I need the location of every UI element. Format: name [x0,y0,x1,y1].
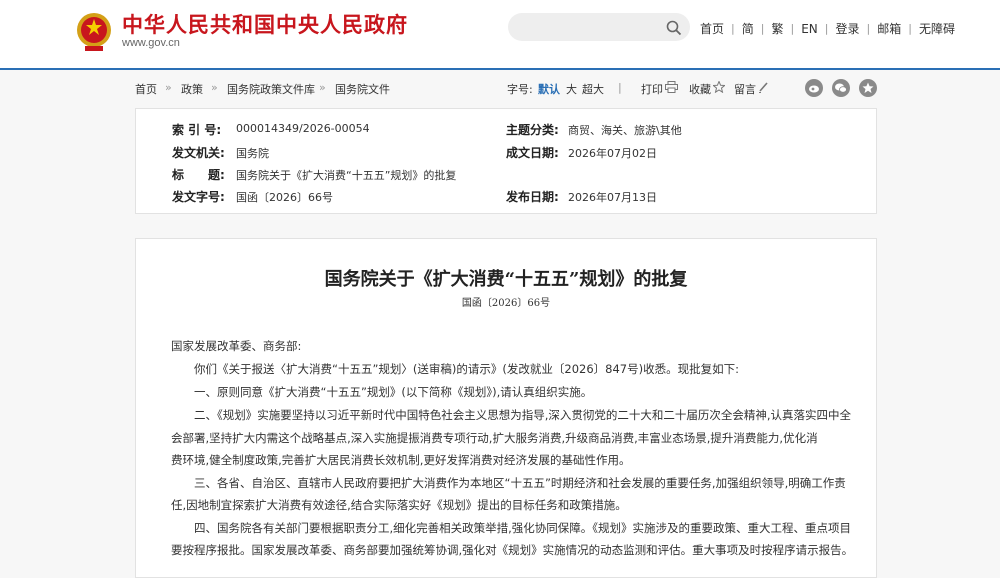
favorite-star-icon[interactable] [859,79,877,97]
title-label: 标 题: [172,168,225,182]
publish-date-value: 2026年07月13日 [568,191,657,204]
publish-date-label: 发布日期: [506,190,559,204]
weibo-icon[interactable] [805,79,823,97]
breadcrumb-state-council-docs[interactable]: 国务院文件 [335,81,390,97]
nav-login[interactable]: 登录 [835,20,859,37]
date-written-value: 2026年07月02日 [568,147,657,160]
paragraph-receipt: 你们《关于报送〈扩大消费“十五五”规划〉(送审稿)的请示》(发改就业〔2026〕… [194,362,739,376]
issuer-value: 国务院 [236,147,269,160]
comment-button[interactable]: 留言 [734,81,756,97]
index-value: 000014349/2026-00054 [236,122,370,135]
nav-separator: | [824,22,829,35]
nav-english[interactable]: EN [801,22,818,36]
doc-number-label: 发文字号: [172,190,225,204]
nav-separator: | [790,22,795,35]
font-default-button[interactable]: 默认 [538,81,560,97]
top-nav: 首页 | 简 | 繁 | EN | 登录 | 邮箱 | 无障碍 [700,20,955,37]
print-button[interactable]: 打印 [641,81,663,97]
date-written-label: 成文日期: [506,146,559,160]
nav-separator: | [760,22,765,35]
index-label: 索 引 号: [172,123,222,137]
issuer-label: 发文机关: [172,146,225,160]
nav-simplified[interactable]: 简 [742,20,754,37]
document-number: 国函〔2026〕66号 [461,298,551,309]
nav-mail[interactable]: 邮箱 [877,20,901,37]
breadcrumb-separator: » [211,81,218,94]
title-value: 国务院关于《扩大消费“十五五”规划》的批复 [236,169,457,182]
paragraph-3-line-2: 任,因地制宜探索扩大消费有效途径,结合实际落实好《规划》提出的目标任务和政策措施… [171,498,627,512]
wechat-icon[interactable] [832,79,850,97]
site-name[interactable]: 中华人民共和国中央人民政府 [122,9,408,39]
paragraph-1: 一、原则同意《扩大消费“十五五”规划》(以下简称《规划》),请认真组织实施。 [194,385,593,399]
print-icon[interactable] [665,81,678,93]
topic-label: 主题分类: [506,123,559,137]
breadcrumb-separator: » [165,81,172,94]
pencil-icon[interactable] [758,81,769,93]
search-icon[interactable] [666,20,682,36]
site-header: 中华人民共和国中央人民政府 www.gov.cn 首页 | 简 | 繁 | EN… [0,0,1000,70]
document-title: 国务院关于《扩大消费“十五五”规划》的批复 [324,269,688,290]
search-input[interactable] [508,13,690,41]
favorite-button[interactable]: 收藏 [689,81,711,97]
font-large-button[interactable]: 大 [566,81,577,97]
nav-separator: | [908,22,912,35]
nav-traditional[interactable]: 繁 [771,20,783,37]
paragraph-2-line-2: 会部署,坚持扩大内需这个战略基点,深入实施提振消费专项行动,扩大服务消费,升级商… [171,431,818,445]
toolbar-divider: | [618,81,622,94]
paragraph-3-line-1: 三、各省、自治区、直辖市人民政府要把扩大消费作为本地区“十五五”时期经济和社会发… [194,476,846,490]
doc-number-value: 国函〔2026〕66号 [236,191,333,204]
font-xlarge-button[interactable]: 超大 [582,81,604,97]
breadcrumb-policy-library[interactable]: 国务院政策文件库 [227,81,315,97]
paragraph-4-line-2: 要按程序报批。国家发展改革委、商务部要加强统筹协调,强化对《规划》实施情况的动态… [171,543,854,557]
topic-value: 商贸、海关、旅游\其他 [568,124,682,137]
paragraph-2-line-1: 二、《规划》实施要坚持以习近平新时代中国特色社会主义思想为指导,深入贯彻党的二十… [194,408,852,422]
nav-separator: | [866,22,871,35]
nav-separator: | [731,22,735,35]
nav-home[interactable]: 首页 [700,20,724,37]
paragraph-2-line-3: 费环境,健全制度政策,完善扩大居民消费长效机制,更好发挥消费对经济发展的基础性作… [171,453,631,467]
font-size-label: 字号: [507,83,533,96]
paragraph-4-line-1: 四、国务院各有关部门要根据职责分工,细化完善相关政策举措,强化协同保障。《规划》… [194,521,852,535]
nav-accessibility[interactable]: 无障碍 [919,20,955,37]
salutation: 国家发展改革委、商务部: [171,339,302,353]
star-icon[interactable] [713,81,725,93]
site-url: www.gov.cn [122,37,180,49]
breadcrumb-separator: » [319,81,326,94]
breadcrumb: 首页 » 政策 » 国务院政策文件库 » 国务院文件 字号: 默认 大 超大 |… [135,79,877,97]
national-emblem-icon[interactable] [75,10,113,54]
breadcrumb-policy[interactable]: 政策 [181,81,203,97]
breadcrumb-home[interactable]: 首页 [135,81,157,97]
